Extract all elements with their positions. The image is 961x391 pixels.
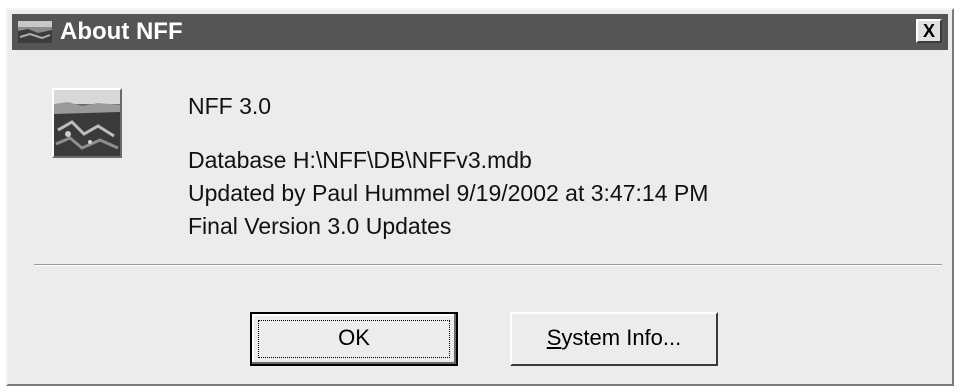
close-button[interactable]: X <box>916 19 942 43</box>
about-dialog: About NFF X NFF 3.0 Database H:\NFF\DB\N… <box>6 8 954 386</box>
system-info-button[interactable]: System Info... <box>510 312 718 366</box>
ok-button[interactable]: OK <box>250 312 458 366</box>
system-info-label: ystem Info... <box>561 325 682 350</box>
close-icon: X <box>922 21 935 41</box>
ok-button-label: OK <box>338 325 370 350</box>
updated-info: Updated by Paul Hummel 9/19/2002 at 3:47… <box>188 180 709 206</box>
product-name: NFF 3.0 <box>188 93 272 119</box>
database-path: Database H:\NFF\DB\NFFv3.mdb <box>188 147 532 173</box>
app-title-icon <box>18 21 52 43</box>
title-bar[interactable]: About NFF X <box>12 14 948 50</box>
system-info-mnemonic: S <box>546 325 562 350</box>
version-notes: Final Version 3.0 Updates <box>188 213 452 239</box>
nff-app-icon <box>52 88 122 158</box>
separator <box>34 264 942 266</box>
window-title: About NFF <box>60 18 183 45</box>
